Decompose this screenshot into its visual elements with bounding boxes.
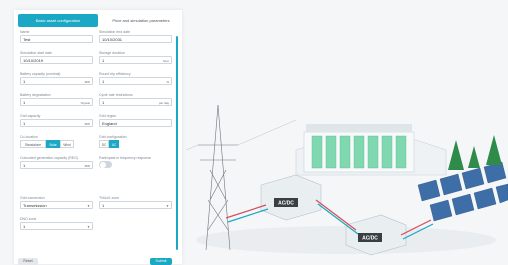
frequency-response-label: Participate in frequency response [99,156,151,160]
battery-storage-container [295,124,447,176]
grid-capacity-value: 1 [23,121,26,126]
tab-price-simulation-parameters[interactable]: Price and simulation parameters [102,14,180,27]
storage-duration-value: 1 [102,58,105,63]
chevron-down-icon: ▼ [87,225,90,229]
converter-unit-1: AC/DC [260,174,322,221]
name-label: Name [20,30,30,34]
grid-configuration-option-ac[interactable]: AC [109,140,119,148]
config-panel: Basic asset configuration Price and simu… [14,10,182,264]
round-trip-unit: % [166,80,169,84]
co-location-option-standalone[interactable]: Standalone [20,140,46,148]
sim-start-input[interactable]: 10/10/2019 [20,56,93,64]
colocated-capacity-value: 1 [23,163,26,168]
degradation-label: Battery degradation [20,93,51,97]
tab-basic-asset-configuration[interactable]: Basic asset configuration [18,14,98,27]
round-trip-value: 1 [102,79,105,84]
co-location-segmented-control: Standalone Solar Wind [20,140,74,148]
tab-bar: Basic asset configuration Price and simu… [18,14,180,28]
cycle-rate-unit: per day [158,101,169,105]
frequency-response-toggle[interactable] [99,161,112,168]
round-trip-input[interactable]: 1 % [99,77,172,85]
chevron-down-icon: ▼ [87,204,90,208]
form-scrollbar[interactable] [176,36,178,250]
storage-duration-label: Storage duration [99,51,125,55]
trees [448,135,502,170]
grid-configuration-label: Grid configuration [99,135,127,139]
grid-connection-label: Grid connection [20,196,45,200]
degradation-value: 1 [23,100,26,105]
round-trip-label: Round trip efficiency [99,72,131,76]
storage-duration-unit: hour [162,59,169,63]
storage-duration-input[interactable]: 1 hour [99,56,172,64]
cycle-rate-label: Cycle rate restrictions [99,93,133,97]
sim-end-label: Simulation end date [99,30,130,34]
dno-zone-label: DNO zone [20,217,37,221]
grid-connection-select[interactable]: Transmission ▼ [20,201,93,209]
tnuos-zone-select[interactable]: 1 ▼ [99,201,172,209]
colocated-capacity-input[interactable]: 1 MW [20,161,93,169]
co-location-option-solar[interactable]: Solar [46,140,60,148]
battery-capacity-unit: MW [84,80,90,84]
cycle-rate-value: 1 [102,100,105,105]
battery-capacity-input[interactable]: 1 MW [20,77,93,85]
battery-capacity-label: Battery capacity (nominal) [20,72,61,76]
degradation-input[interactable]: 1 %/year [20,98,93,106]
dno-zone-select[interactable]: 1 ▼ [20,222,93,230]
grid-connection-value: Transmission [23,203,47,208]
battery-capacity-value: 1 [23,79,26,84]
name-input[interactable]: Test [20,35,93,43]
dno-zone-value: 1 [23,224,26,229]
grid-configuration-option-dc[interactable]: DC [99,140,109,148]
grid-capacity-label: Grid capacity [20,114,41,118]
cycle-rate-input[interactable]: 1 per day [99,98,172,106]
grid-capacity-input[interactable]: 1 MW [20,119,93,127]
converter-2-label: AC/DC [362,236,378,242]
sim-start-label: Simulation start date [20,51,52,55]
tnuos-zone-value: 1 [102,203,105,208]
grid-configuration-segmented-control: DC AC [99,140,119,148]
converter-1-label: AC/DC [278,201,294,207]
sim-end-input[interactable]: 10/10/2031 [99,35,172,43]
energy-scene-illustration: AC/DC AC/DC [186,104,508,256]
tnuos-zone-label: TNUoS zone [99,196,120,200]
grid-capacity-unit: MW [84,122,90,126]
grid-region-label: Grid region [99,114,117,118]
grid-region-input[interactable]: England [99,119,172,127]
degradation-unit: %/year [80,101,90,105]
colocated-capacity-unit: MW [84,164,90,168]
colocated-capacity-label: Colocated generation capacity (REG) [20,156,78,160]
chevron-down-icon: ▼ [166,204,169,208]
co-location-label: Co-location [20,135,38,139]
co-location-option-wind[interactable]: Wind [60,140,74,148]
